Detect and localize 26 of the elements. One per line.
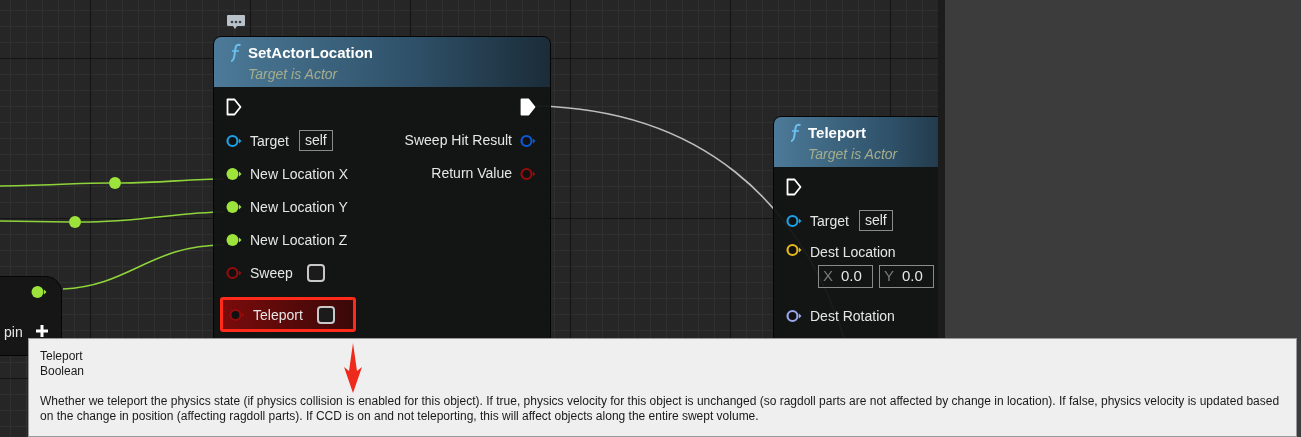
node-subtitle: Target is Actor bbox=[248, 64, 339, 83]
pin-label: New Location Z bbox=[250, 230, 348, 249]
number-field[interactable]: X 0.0 bbox=[818, 265, 873, 288]
pin-label: Target bbox=[810, 211, 849, 230]
node-title: Teleport bbox=[808, 123, 867, 143]
pin-label: Dest Rotation bbox=[810, 306, 895, 325]
axis-label: X bbox=[823, 266, 833, 287]
pin-label: Sweep bbox=[250, 263, 293, 282]
axis-label: Y bbox=[884, 266, 894, 287]
number-field[interactable]: Y 0.0 bbox=[879, 265, 934, 288]
node-title: SetActorLocation bbox=[248, 43, 373, 63]
node-subtitle: Target is Actor bbox=[808, 144, 899, 163]
tooltip-type: Boolean bbox=[40, 364, 86, 379]
field-value: 0.0 bbox=[841, 266, 862, 287]
field-value: 0.0 bbox=[902, 266, 923, 287]
pin-label: pin bbox=[4, 323, 23, 342]
default-value-field[interactable]: self bbox=[298, 130, 333, 151]
pin-label: Return Value bbox=[431, 164, 512, 183]
pin-label: Dest Location bbox=[810, 243, 897, 261]
pin-label: Sweep Hit Result bbox=[404, 131, 512, 150]
pin-label: Teleport bbox=[253, 305, 303, 324]
default-value-field[interactable]: self bbox=[858, 210, 893, 231]
pin-label: New Location Y bbox=[250, 197, 348, 216]
pin-label: Target bbox=[250, 131, 289, 150]
pin-label: New Location X bbox=[250, 164, 349, 183]
tooltip-description: Whether we teleport the physics state (if physics collision is enabled for this object). If true, physics velocity for this object is unchanged (so ragdoll parts are not affected by change in location). If false, physics velocity is updated based on the change in position (affecting ragdoll parts). If CCD is on and not teleporting, this will affect objects along the entire swept volume. bbox=[40, 394, 1281, 424]
